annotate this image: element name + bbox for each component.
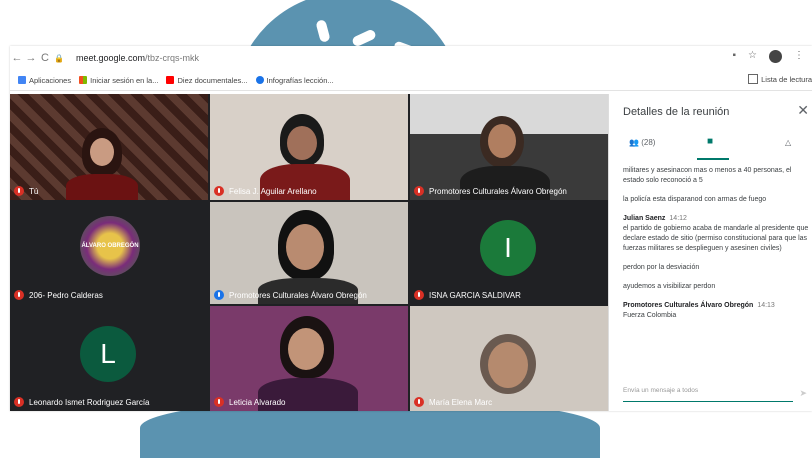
participant-face — [90, 138, 114, 166]
participant-face — [488, 342, 528, 388]
youtube-icon — [166, 76, 175, 84]
mic-muted-icon — [14, 186, 24, 196]
chat-message: la policía esta disparanod con armas de … — [623, 196, 767, 203]
lock-icon: 🔒 — [54, 53, 64, 63]
bookmark-infografias[interactable]: Infografías lección... — [255, 76, 334, 85]
active-tab-indicator — [697, 158, 729, 160]
mic-muted-icon — [414, 397, 424, 407]
participant-tile[interactable]: ÁLVARO OBREGÓN 206- Pedro Calderas — [10, 202, 208, 304]
mic-muted-icon — [214, 186, 224, 196]
mic-muted-icon — [214, 397, 224, 407]
chat-message: ayudemos a visibilizar perdon — [623, 283, 716, 290]
participant-tile[interactable]: María Elena Marc — [410, 306, 608, 411]
forward-icon[interactable]: → — [24, 52, 38, 64]
chat-message: Promotores Culturales Álvaro Obregón 14:1… — [623, 302, 775, 319]
participant-avatar: L — [80, 326, 136, 382]
participant-tile[interactable]: Tú — [10, 94, 208, 200]
url-field[interactable]: meet.google.com/tbz-crqs-mkk — [76, 53, 199, 63]
mic-muted-icon — [14, 290, 24, 300]
participant-name: Leonardo Ismet Rodriguez García — [29, 397, 150, 407]
participant-name: María Elena Marc — [429, 397, 493, 407]
mic-muted-icon — [14, 397, 24, 407]
participant-name: ISNA GARCIA SALDIVAR — [429, 290, 521, 300]
chat-input[interactable]: Envía un mensaje a todos — [623, 387, 793, 402]
participant-avatar-image: ÁLVARO OBREGÓN — [80, 216, 140, 276]
participant-tile[interactable]: Promotores Culturales Álvaro Obregón — [410, 94, 608, 200]
bookmark-apps[interactable]: Aplicaciones — [18, 76, 71, 85]
participant-tile[interactable]: Felisa J. Aguilar Arellano — [210, 94, 408, 200]
message-author: Julian Saenz — [623, 215, 666, 222]
participant-name: Tú — [29, 186, 39, 196]
address-bar: ← → C 🔒 meet.google.com/tbz-crqs-mkk ▪ ☆… — [10, 46, 812, 70]
bookmarks-bar: Aplicaciones Iniciar sesión en la... Die… — [10, 70, 812, 91]
people-icon: 👥 — [629, 138, 639, 147]
activities-icon: △ — [785, 138, 792, 147]
participant-face — [488, 124, 516, 158]
reload-icon[interactable]: C — [38, 52, 52, 64]
participant-tile[interactable]: Promotores Culturales Álvaro Obregón — [210, 202, 408, 304]
participant-tile[interactable]: I ISNA GARCIA SALDIVAR — [410, 202, 608, 304]
chat-messages: militares y asesinacon mas o menos a 40 … — [623, 166, 809, 386]
panel-tabs: 👥 (28) ■ △ — [609, 134, 812, 160]
chat-message: militares y asesinacon mas o menos a 40 … — [623, 167, 792, 184]
participant-tile[interactable]: L Leonardo Ismet Rodriguez García — [10, 306, 208, 411]
chat-message: perdon por la desviación — [623, 264, 700, 271]
star-icon[interactable]: ☆ — [748, 50, 757, 63]
back-icon[interactable]: ← — [10, 52, 24, 64]
reading-list-icon — [748, 74, 759, 84]
participant-name: Felisa J. Aguilar Arellano — [229, 186, 317, 196]
participant-name: Promotores Culturales Álvaro Obregón — [429, 186, 567, 196]
microsoft-icon — [79, 76, 88, 84]
meeting-details-panel: Detalles de la reunión ✕ 👥 (28) ■ △ mili… — [608, 94, 812, 411]
participant-clothing — [66, 174, 138, 200]
mic-muted-icon — [414, 186, 424, 196]
chat-message: Julian Saenz 14:12 el partido de gobierno… — [623, 215, 809, 252]
participant-face — [286, 224, 324, 270]
video-grid: Tú Felisa J. Aguilar Arellano Promotores… — [10, 94, 608, 411]
message-author: Promotores Culturales Álvaro Obregón — [623, 302, 754, 309]
apps-grid-icon — [18, 76, 26, 84]
tab-chat[interactable]: ■ — [707, 136, 713, 147]
close-icon[interactable]: ✕ — [797, 102, 809, 119]
participant-face — [288, 328, 324, 370]
participant-tile[interactable]: Leticia Alvarado — [210, 306, 408, 411]
site-icon — [255, 76, 264, 84]
chat-icon: ■ — [707, 136, 714, 147]
message-time: 14:13 — [757, 302, 775, 309]
bookmark-documentales[interactable]: Diez documentales... — [166, 76, 248, 85]
participant-face — [287, 126, 317, 160]
participant-name: 206- Pedro Calderas — [29, 290, 103, 300]
reading-list[interactable]: Lista de lectura — [748, 74, 812, 84]
tab-activities[interactable]: △ — [785, 138, 791, 147]
menu-icon[interactable]: ⋮ — [794, 50, 804, 63]
participant-name: Promotores Culturales Álvaro Obregón — [229, 290, 367, 300]
tab-people[interactable]: 👥 (28) — [629, 138, 655, 147]
participant-name: Leticia Alvarado — [229, 397, 286, 407]
camera-icon[interactable]: ▪ — [732, 50, 736, 63]
mic-active-icon — [214, 290, 224, 300]
message-time: 14:12 — [669, 215, 687, 222]
send-icon[interactable]: ➤ — [799, 388, 807, 399]
profile-avatar[interactable] — [769, 50, 782, 63]
bookmark-signin[interactable]: Iniciar sesión en la... — [79, 76, 158, 85]
mic-muted-icon — [414, 290, 424, 300]
browser-window: ← → C 🔒 meet.google.com/tbz-crqs-mkk ▪ ☆… — [10, 46, 812, 411]
participant-avatar: I — [480, 220, 536, 276]
panel-title: Detalles de la reunión — [623, 106, 730, 118]
